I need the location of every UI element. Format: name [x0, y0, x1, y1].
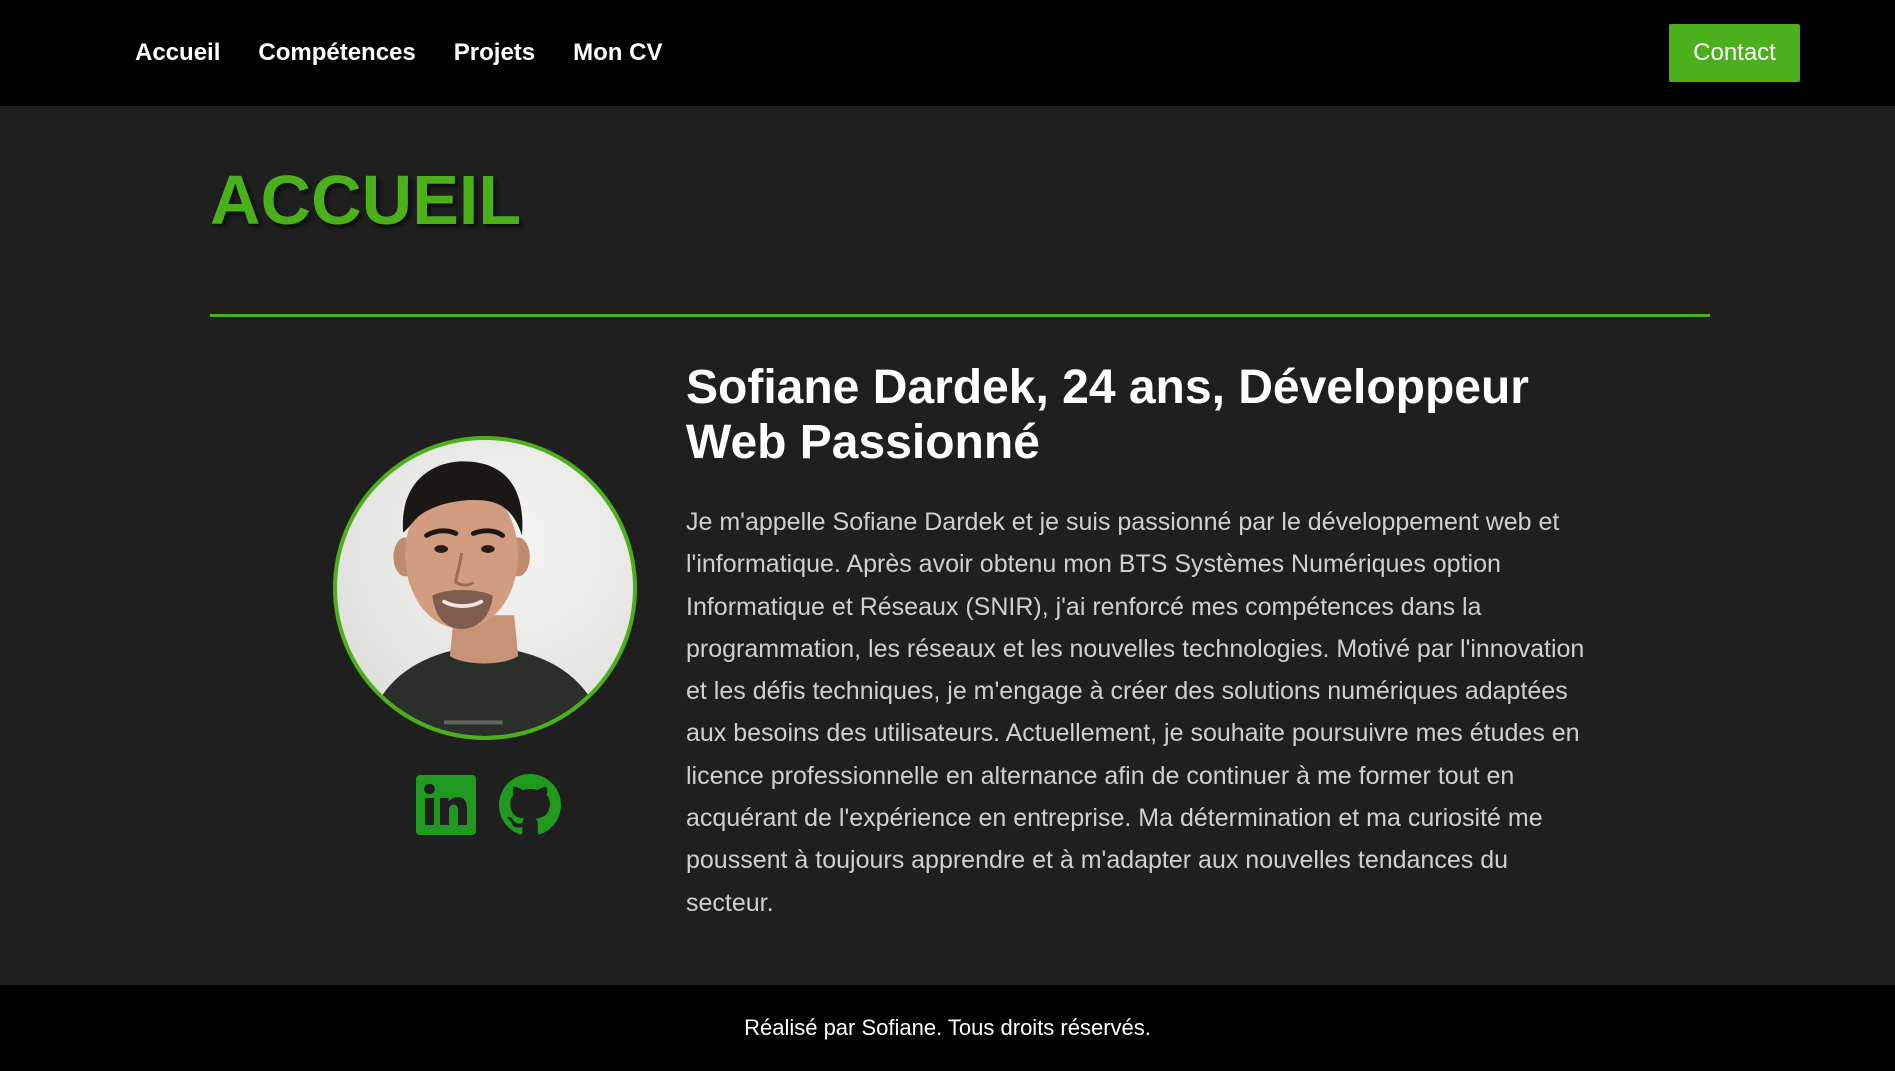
top-navbar: Accueil Compétences Projets Mon CV Conta… [0, 0, 1895, 106]
profile-headline: Sofiane Dardek, 24 ans, Développeur Web … [686, 361, 1529, 469]
section-divider [210, 314, 1710, 317]
main-nav: Accueil Compétences Projets Mon CV [135, 0, 700, 106]
nav-link-projets[interactable]: Projets [454, 39, 535, 67]
contact-button[interactable]: Contact [1669, 24, 1800, 82]
avatar [333, 436, 637, 740]
nav-link-mon-cv[interactable]: Mon CV [573, 39, 662, 67]
profile-bio: Je m'appelle Sofiane Dardek et je suis p… [686, 508, 1585, 917]
page-title: ACCUEIL [210, 161, 522, 239]
footer: Réalisé par Sofiane. Tous droits réservé… [0, 985, 1895, 1071]
social-links [415, 774, 561, 836]
nav-link-competences[interactable]: Compétences [258, 39, 415, 67]
footer-copyright: Réalisé par Sofiane. Tous droits réservé… [744, 1015, 1151, 1040]
nav-link-accueil[interactable]: Accueil [135, 39, 220, 67]
profile-photo-illustration [366, 461, 606, 736]
github-icon[interactable] [499, 774, 561, 836]
linkedin-icon[interactable] [415, 774, 477, 836]
